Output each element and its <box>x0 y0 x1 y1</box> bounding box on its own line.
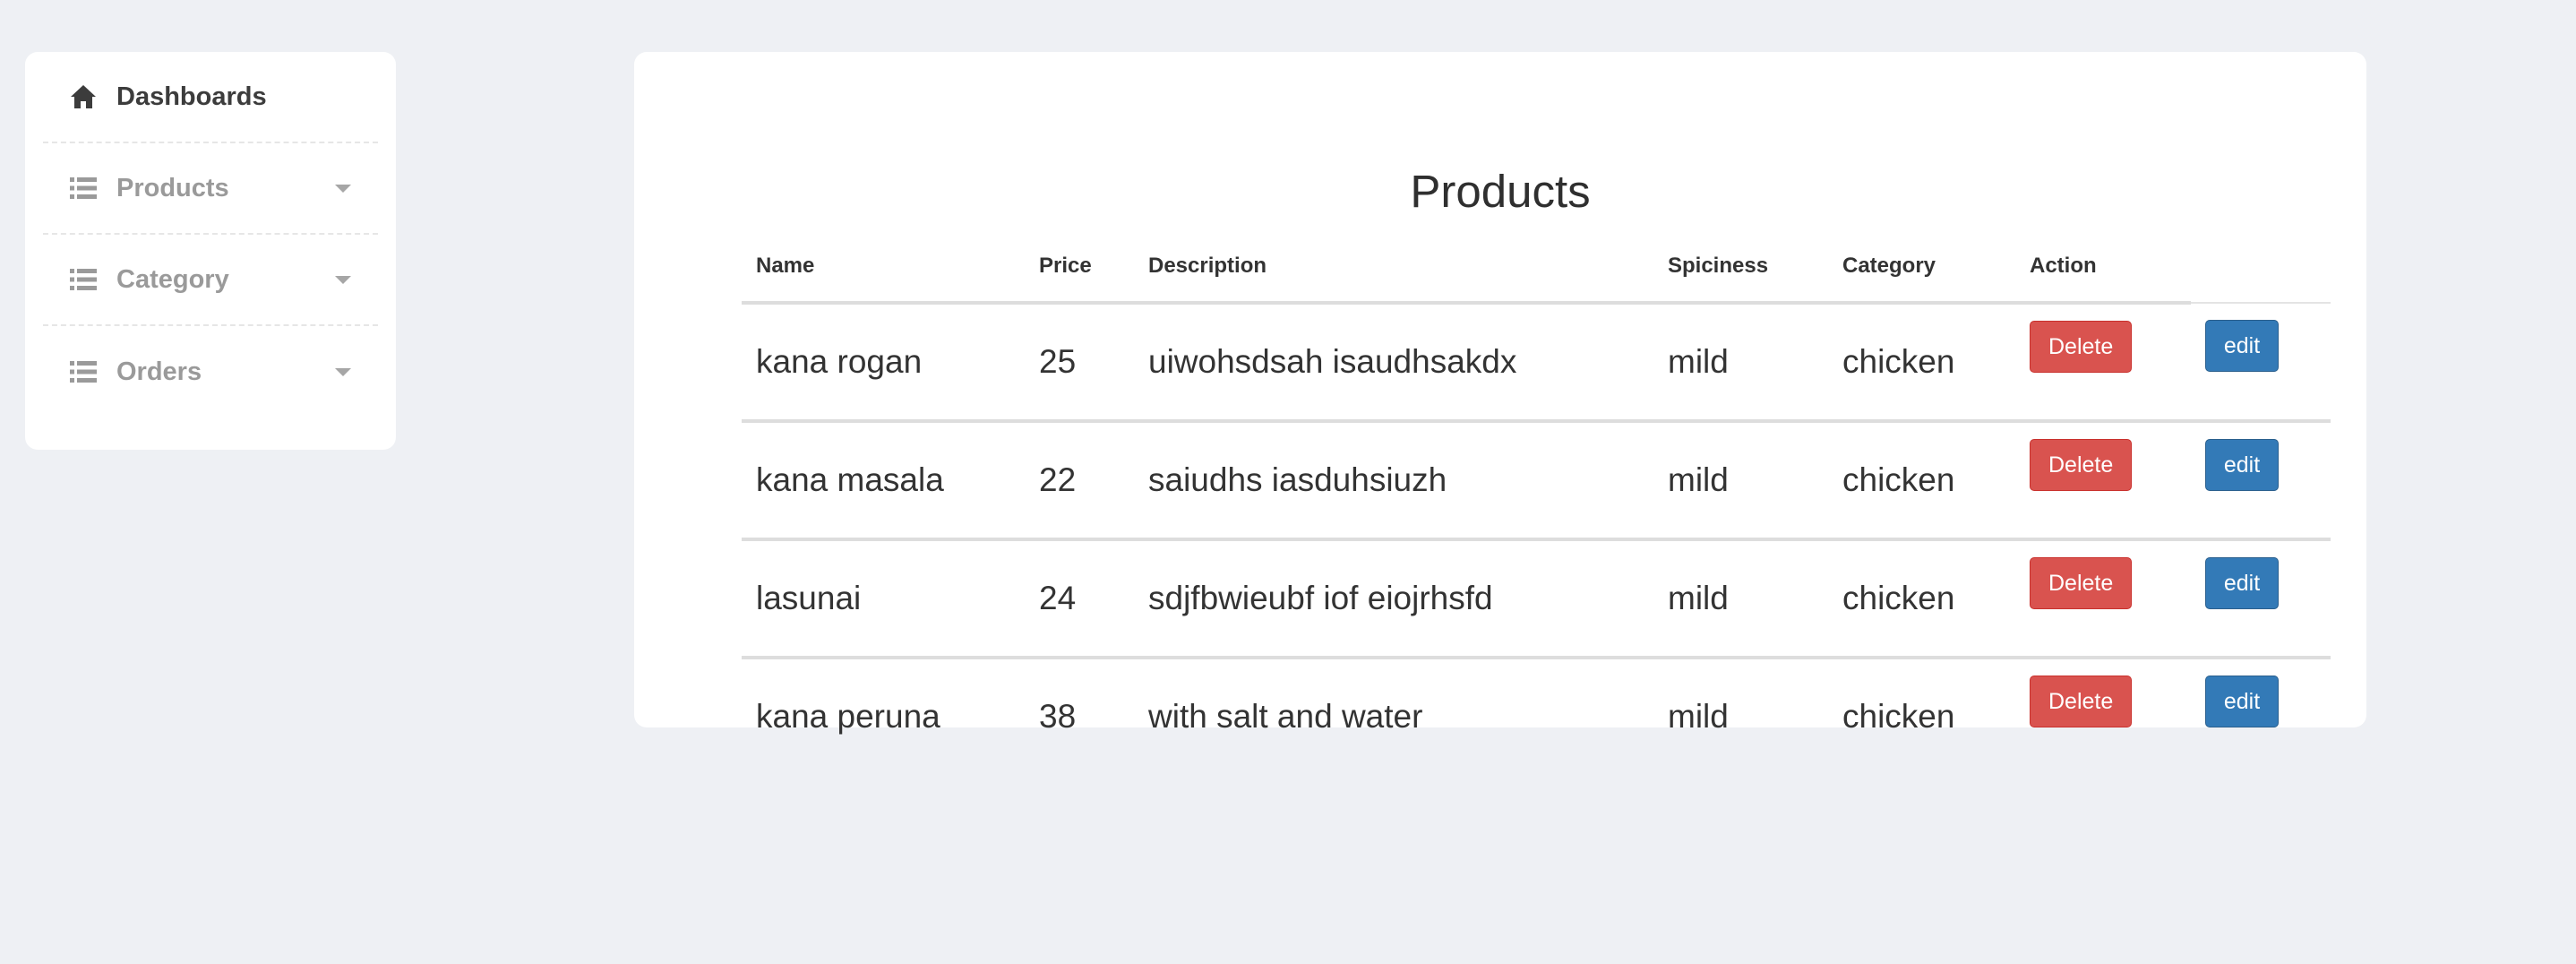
cell-edit: edit <box>2191 658 2331 774</box>
column-header-blank <box>2191 231 2331 304</box>
cell-spiciness: mild <box>1668 698 1729 735</box>
column-header-description: Description <box>1134 231 1653 305</box>
page-title: Products <box>1410 166 1591 217</box>
cell-delete: Delete <box>2015 303 2191 423</box>
edit-button[interactable]: edit <box>2205 439 2279 491</box>
chevron-down-icon[interactable] <box>335 275 351 284</box>
cell-delete: Delete <box>2015 658 2191 774</box>
delete-button[interactable]: Delete <box>2030 676 2132 727</box>
edit-button[interactable]: edit <box>2205 320 2279 372</box>
delete-button[interactable]: Delete <box>2030 439 2132 491</box>
table-header-row: Name Price Description Spiciness Categor… <box>742 231 2331 305</box>
cell-description: sdjfbwieubf iof eiojrhsfd <box>1134 539 1653 659</box>
table-row: kana masala 22 saiudhs iasduhsiuzh mild … <box>742 421 2331 541</box>
cell-spiciness: mild <box>1653 421 1828 541</box>
column-header-spiciness: Spiciness <box>1653 231 1828 305</box>
products-table: Name Price Description Spiciness Categor… <box>742 231 2331 774</box>
cell-edit: edit <box>2191 539 2331 659</box>
cell-edit: edit <box>2191 421 2331 541</box>
cell-name: kana masala <box>742 421 1025 541</box>
cell-category: chicken <box>1828 539 2015 659</box>
sidebar-item-label: Category <box>116 264 229 294</box>
delete-button[interactable]: Delete <box>2030 321 2132 373</box>
column-header-price: Price <box>1025 231 1134 305</box>
delete-button[interactable]: Delete <box>2030 557 2132 609</box>
cell-price: 22 <box>1025 421 1134 541</box>
cell-delete: Delete <box>2015 539 2191 659</box>
cell-description: with salt and water <box>1148 698 1423 735</box>
cell-category: chicken <box>1842 698 1955 735</box>
list-icon <box>68 173 99 203</box>
cell-name: kana rogan <box>742 303 1025 423</box>
cell-name: lasunai <box>742 539 1025 659</box>
cell-category: chicken <box>1828 303 2015 423</box>
list-icon <box>68 264 99 295</box>
sidebar-item-orders[interactable]: Orders <box>43 326 378 417</box>
chevron-down-icon[interactable] <box>335 184 351 193</box>
cell-price: 24 <box>1025 539 1134 659</box>
cell-delete: Delete <box>2015 421 2191 541</box>
cell-price: 25 <box>1025 303 1134 423</box>
products-card: Products Name Price Description Spicines… <box>634 52 2366 735</box>
sidebar: Dashboards Products Category Orders <box>25 52 396 450</box>
cell-description: saiudhs iasduhsiuzh <box>1134 421 1653 541</box>
cell-spiciness: mild <box>1653 539 1828 659</box>
edit-button[interactable]: edit <box>2205 676 2279 727</box>
list-icon <box>68 357 99 387</box>
sidebar-item-label: Orders <box>116 357 202 386</box>
table-row: kana rogan 25 uiwohsdsah isaudhsakdx mil… <box>742 303 2331 423</box>
cell-spiciness: mild <box>1653 303 1828 423</box>
sidebar-item-label: Products <box>116 173 229 202</box>
sidebar-item-products[interactable]: Products <box>43 143 378 235</box>
chevron-down-icon[interactable] <box>335 367 351 376</box>
cell-category: chicken <box>1828 421 2015 541</box>
sidebar-item-category[interactable]: Category <box>43 235 378 326</box>
sidebar-item-dashboards[interactable]: Dashboards <box>43 52 378 143</box>
column-header-action: Action <box>2015 231 2191 305</box>
cell-edit: edit <box>2191 303 2331 423</box>
sidebar-item-label: Dashboards <box>116 82 267 111</box>
cell-name: kana peruna <box>756 698 940 735</box>
table-row: kana peruna 38 with salt and water mild … <box>742 658 2331 774</box>
edit-button[interactable]: edit <box>2205 557 2279 609</box>
column-header-category: Category <box>1828 231 2015 305</box>
column-header-name: Name <box>742 231 1025 305</box>
home-icon <box>68 82 99 112</box>
cell-description: uiwohsdsah isaudhsakdx <box>1134 303 1653 423</box>
cell-price: 38 <box>1039 698 1077 735</box>
table-row: lasunai 24 sdjfbwieubf iof eiojrhsfd mil… <box>742 539 2331 659</box>
